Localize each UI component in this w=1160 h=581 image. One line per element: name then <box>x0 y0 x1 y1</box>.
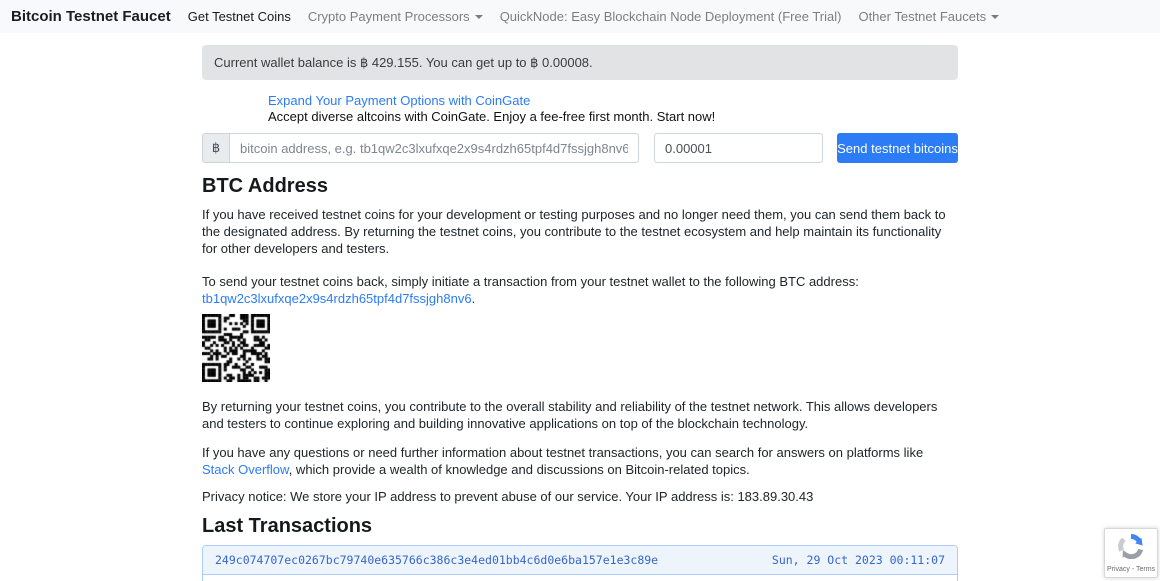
btc-address-paragraph-3: By returning your testnet coins, you con… <box>202 399 938 431</box>
recaptcha-badge[interactable]: Privacy - Terms <box>1104 528 1158 578</box>
nav-item-quicknode[interactable]: QuickNode: Easy Blockchain Node Deployme… <box>500 9 842 24</box>
questions-text-before: If you have any questions or need furthe… <box>202 445 924 460</box>
nav-item-crypto-payment-processors[interactable]: Crypto Payment Processors <box>308 9 483 24</box>
transaction-card-header: 249c074707ec0267bc79740e635766c386c3e4ed… <box>203 546 957 575</box>
address-input-group: ฿ <box>202 133 639 163</box>
return-address-suffix: . <box>471 291 476 306</box>
btc-address-paragraph-1: If you have received testnet coins for y… <box>202 207 946 256</box>
bitcoin-address-input[interactable] <box>229 133 639 163</box>
questions-text-after: , which provide a wealth of knowledge an… <box>288 462 750 477</box>
top-navbar: Bitcoin Testnet Faucet Get Testnet Coins… <box>0 0 1160 33</box>
return-address-intro: To send your testnet coins back, simply … <box>202 274 859 289</box>
privacy-notice: Privacy notice: We store your IP address… <box>202 489 814 504</box>
last-transactions-heading: Last Transactions <box>202 515 373 537</box>
btc-address-paragraph-2: To send your testnet coins back, simply … <box>202 273 958 307</box>
nav-item-other-testnet-faucets[interactable]: Other Testnet Faucets <box>858 9 999 24</box>
bitcoin-symbol-prepend: ฿ <box>202 133 229 163</box>
amount-input[interactable] <box>654 133 823 163</box>
coingate-promo: Expand Your Payment Options with CoinGat… <box>202 93 958 125</box>
btc-address-heading: BTC Address <box>202 175 328 197</box>
coingate-promo-link[interactable]: Expand Your Payment Options with CoinGat… <box>268 93 530 108</box>
recaptcha-icon <box>1118 533 1144 564</box>
faucet-form: ฿ Send testnet bitcoins <box>202 133 958 163</box>
recaptcha-terms-label: Privacy - Terms <box>1106 566 1156 573</box>
return-address-link[interactable]: tb1qw2c3lxufxqe2x9s4rdzh65tpf4d7fssjgh8n… <box>202 291 472 306</box>
bitcoin-symbol: ฿ <box>211 140 221 155</box>
transaction-card-body: tb1qw6gphj800hs2gjl5sh47ujk9mj28hmnfdgxn… <box>203 575 957 581</box>
btc-address-paragraph-4: If you have any questions or need furthe… <box>202 444 958 478</box>
main-content: Current wallet balance is ฿ 429.155. You… <box>202 45 958 581</box>
transaction-card: 249c074707ec0267bc79740e635766c386c3e4ed… <box>202 545 958 581</box>
coingate-promo-text: Accept diverse altcoins with CoinGate. E… <box>268 109 716 124</box>
navbar-brand[interactable]: Bitcoin Testnet Faucet <box>11 8 171 25</box>
transaction-id-link[interactable]: 249c074707ec0267bc79740e635766c386c3e4ed… <box>215 553 658 567</box>
stack-overflow-link[interactable]: Stack Overflow <box>202 462 289 477</box>
nav-item-get-testnet-coins[interactable]: Get Testnet Coins <box>188 9 291 24</box>
send-testnet-bitcoins-button[interactable]: Send testnet bitcoins <box>837 133 958 163</box>
qr-code <box>202 314 270 382</box>
wallet-balance-alert: Current wallet balance is ฿ 429.155. You… <box>202 45 958 80</box>
transaction-timestamp: Sun, 29 Oct 2023 00:11:07 <box>771 553 945 567</box>
